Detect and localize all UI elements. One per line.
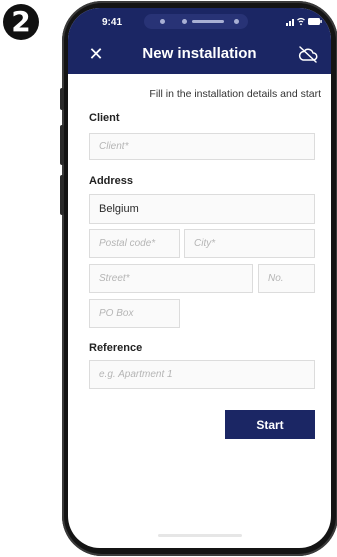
wifi-icon bbox=[297, 17, 305, 26]
status-time: 9:41 bbox=[102, 17, 123, 28]
signal-icon bbox=[286, 19, 294, 26]
phone-volume-down-button bbox=[60, 175, 64, 215]
start-button[interactable]: Start bbox=[225, 410, 315, 439]
reference-input[interactable] bbox=[89, 360, 315, 389]
house-number-input[interactable] bbox=[258, 264, 315, 293]
phone-screen: 9:41 ✕ New installation Fill in the inst… bbox=[68, 8, 331, 548]
street-input[interactable] bbox=[89, 264, 253, 293]
client-input[interactable] bbox=[89, 133, 315, 160]
address-section-label: Address bbox=[89, 175, 134, 187]
notch-sensor bbox=[160, 19, 165, 24]
country-select[interactable]: Belgium bbox=[89, 194, 315, 224]
front-camera bbox=[182, 19, 187, 24]
phone-volume-up-button bbox=[60, 125, 64, 165]
intro-text: Fill in the installation details and sta… bbox=[149, 88, 321, 100]
navigation-bar: ✕ New installation bbox=[68, 34, 331, 74]
close-icon[interactable]: ✕ bbox=[84, 42, 108, 66]
page-title: New installation bbox=[142, 45, 257, 62]
home-indicator bbox=[158, 534, 242, 537]
battery-icon bbox=[308, 18, 322, 25]
cloud-off-icon[interactable] bbox=[297, 44, 319, 64]
client-section-label: Client bbox=[89, 112, 120, 124]
notch-sensor bbox=[234, 19, 239, 24]
reference-section-label: Reference bbox=[89, 342, 143, 354]
status-bar: 9:41 bbox=[68, 8, 331, 34]
city-input[interactable] bbox=[184, 229, 315, 258]
speaker-grille bbox=[192, 20, 224, 23]
phone-silent-switch bbox=[60, 88, 64, 110]
po-box-input[interactable] bbox=[89, 299, 180, 328]
status-icons bbox=[286, 17, 322, 26]
step-number-badge: 2 bbox=[3, 4, 39, 40]
postal-code-input[interactable] bbox=[89, 229, 180, 258]
